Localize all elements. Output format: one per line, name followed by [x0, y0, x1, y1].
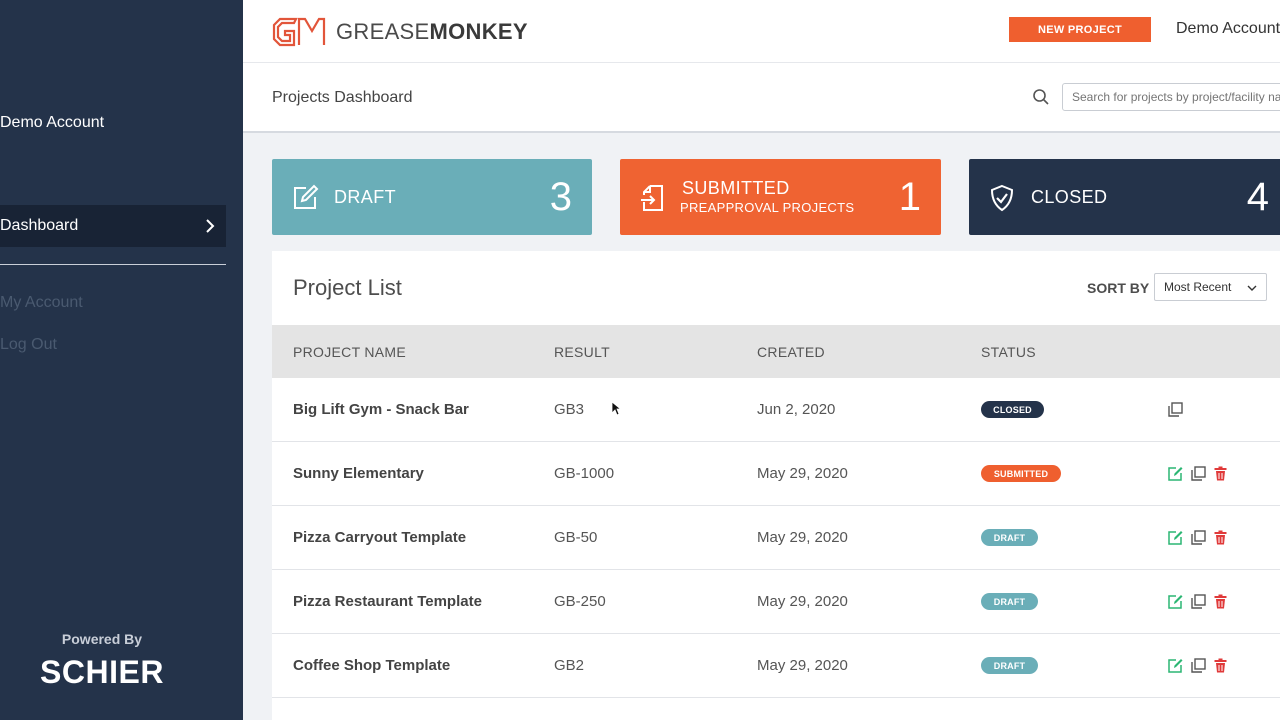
project-result: GB-250 [554, 593, 606, 610]
card-count: 1 [898, 175, 921, 219]
project-result: GB3 [554, 401, 585, 418]
table-row[interactable]: Big Lift Gym - Snack Bar GB3 Jun 2, 2020… [272, 378, 1280, 442]
search-icon[interactable] [1032, 88, 1050, 106]
copy-icon[interactable] [1191, 658, 1206, 673]
project-name[interactable]: Pizza Carryout Template [293, 529, 466, 546]
column-header-created[interactable]: CREATED [757, 344, 825, 360]
chevron-down-icon [1247, 285, 1257, 291]
search-input[interactable] [1062, 83, 1280, 111]
closed-summary-card[interactable]: CLOSED 4 [969, 159, 1280, 235]
copy-icon[interactable] [1191, 594, 1206, 609]
project-list-panel: Project List SORT BY Most Recent PROJECT… [272, 251, 1280, 720]
sidebar-item-label: Dashboard [0, 217, 79, 234]
trash-icon[interactable] [1213, 658, 1228, 673]
project-name[interactable]: Coffee Shop Template [293, 657, 450, 674]
powered-by-label: Powered By [61, 631, 143, 647]
column-header-result[interactable]: RESULT [554, 344, 610, 360]
project-created: May 29, 2020 [757, 465, 848, 482]
sort-select-value: Most Recent [1164, 280, 1232, 294]
status-badge: DRAFT [981, 657, 1038, 674]
column-header-project-name[interactable]: PROJECT NAME [293, 344, 406, 360]
project-result: GB-50 [554, 529, 598, 546]
edit-icon[interactable] [1168, 594, 1183, 609]
logo-text-monkey: MONKEY [429, 19, 528, 44]
project-created: May 29, 2020 [757, 593, 848, 610]
project-created: May 29, 2020 [757, 657, 848, 674]
edit-icon[interactable] [1168, 466, 1183, 481]
account-menu[interactable]: Demo Account [1176, 20, 1280, 38]
edit-icon [294, 184, 319, 209]
status-badge: CLOSED [981, 401, 1044, 418]
new-project-button[interactable]: NEW PROJECT [1009, 17, 1151, 42]
project-name[interactable]: Big Lift Gym - Snack Bar [293, 401, 469, 418]
draft-summary-card[interactable]: DRAFT 3 [272, 159, 592, 235]
trash-icon[interactable] [1213, 466, 1228, 481]
status-badge: SUBMITTED [981, 465, 1061, 482]
card-count: 3 [549, 175, 572, 219]
table-header: PROJECT NAME RESULT CREATED STATUS [272, 325, 1280, 378]
edit-icon[interactable] [1168, 658, 1183, 673]
sidebar: Demo Account Dashboard My Account Log Ou… [0, 0, 243, 720]
page-title: Projects Dashboard [272, 89, 413, 106]
project-created: May 29, 2020 [757, 529, 848, 546]
table-row[interactable]: Pizza Restaurant Template GB-250 May 29,… [272, 570, 1280, 634]
card-sublabel: PREAPPROVAL PROJECTS [680, 200, 855, 215]
status-badge: DRAFT [981, 529, 1038, 546]
card-label: CLOSED [1031, 187, 1108, 207]
copy-icon[interactable] [1191, 530, 1206, 545]
submit-icon [641, 185, 663, 211]
sidebar-account-name: Demo Account [0, 114, 105, 131]
gm-logo-icon [272, 17, 326, 47]
schier-logo: SCHIER [40, 654, 164, 690]
trash-icon[interactable] [1213, 530, 1228, 545]
card-label: DRAFT [334, 187, 396, 207]
project-result: GB-1000 [554, 465, 615, 482]
card-count: 4 [1246, 175, 1269, 219]
project-list-title: Project List [293, 275, 402, 300]
table-row[interactable]: Sunny Elementary GB-1000 May 29, 2020 SU… [272, 442, 1280, 506]
sort-by-label: SORT BY [1087, 280, 1150, 296]
project-result: GB2 [554, 657, 585, 674]
table-row[interactable]: Coffee Shop Template GB2 May 29, 2020 DR… [272, 634, 1280, 698]
card-label: SUBMITTED [682, 178, 790, 198]
project-name[interactable]: Sunny Elementary [293, 465, 424, 482]
column-header-status[interactable]: STATUS [981, 344, 1036, 360]
mouse-cursor-icon [611, 401, 621, 416]
project-name[interactable]: Pizza Restaurant Template [293, 593, 482, 610]
sidebar-item-my-account[interactable]: My Account [0, 294, 83, 312]
copy-icon[interactable] [1168, 402, 1183, 417]
trash-icon[interactable] [1213, 594, 1228, 609]
status-badge: DRAFT [981, 593, 1038, 610]
sub-header: Projects Dashboard [243, 63, 1280, 133]
sidebar-item-dashboard[interactable]: Dashboard [0, 205, 226, 247]
edit-icon[interactable] [1168, 530, 1183, 545]
shield-check-icon [990, 184, 1014, 212]
copy-icon[interactable] [1191, 466, 1206, 481]
table-row[interactable]: Pizza Carryout Template GB-50 May 29, 20… [272, 506, 1280, 570]
greasemonkey-logo[interactable]: GREASEMONKEY [272, 17, 528, 47]
chevron-right-icon [206, 219, 215, 233]
sidebar-item-log-out[interactable]: Log Out [0, 336, 57, 354]
project-created: Jun 2, 2020 [757, 401, 836, 418]
top-bar: GREASEMONKEY NEW PROJECT Demo Account [243, 0, 1280, 63]
logo-text-grease: GREASE [336, 19, 430, 44]
sort-select[interactable]: Most Recent [1154, 273, 1267, 301]
submitted-summary-card[interactable]: SUBMITTED PREAPPROVAL PROJECTS 1 [620, 159, 941, 235]
sidebar-divider [0, 264, 226, 265]
